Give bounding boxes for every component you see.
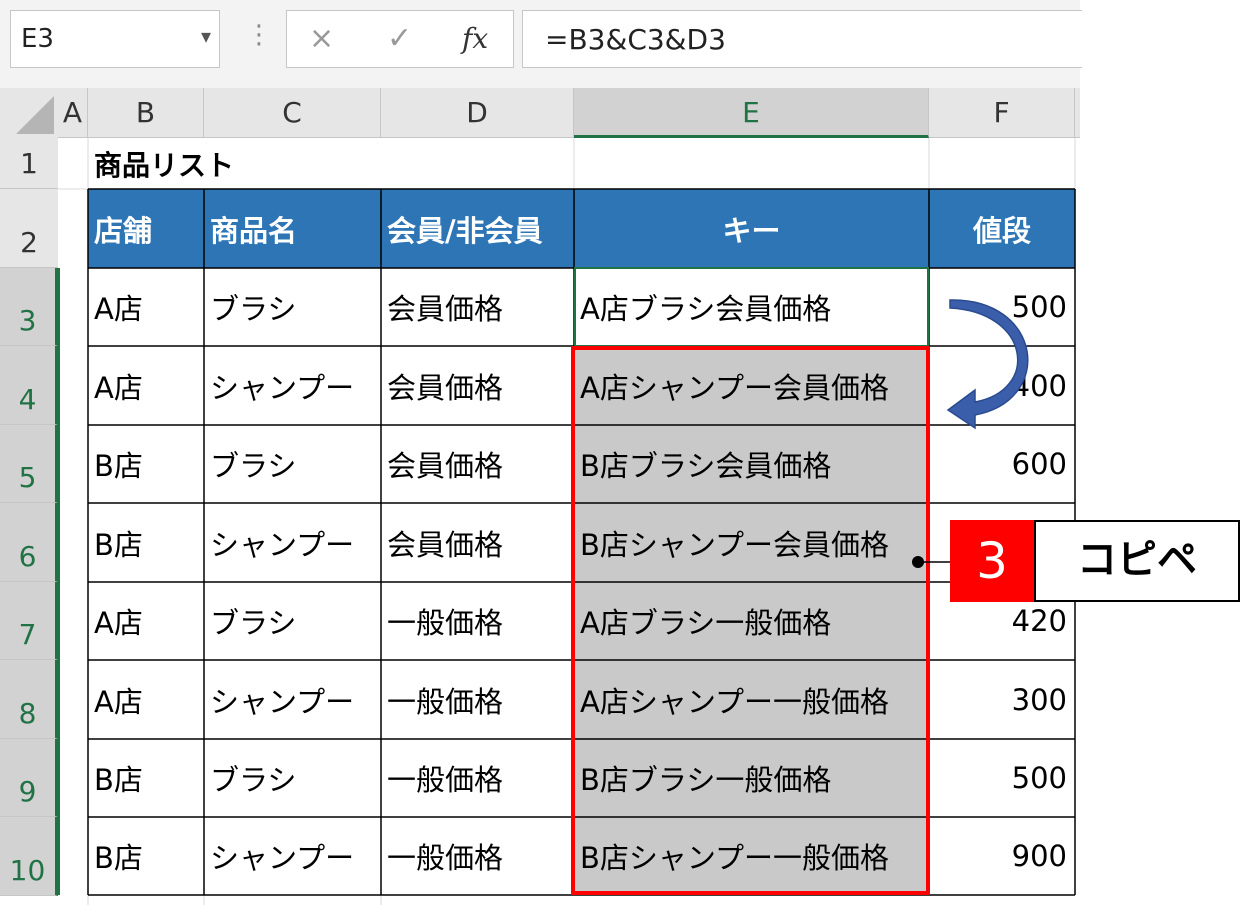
cell-f5[interactable]: 600 (929, 425, 1075, 503)
formula-actions: × ✓ fx (286, 10, 514, 68)
row-header-4[interactable]: 4 (0, 346, 58, 425)
row-header-9[interactable]: 9 (0, 739, 58, 817)
header-cell-membership[interactable]: 会員/非会員 (381, 189, 574, 268)
cell-d3[interactable]: 会員価格 (381, 268, 574, 346)
cell-c9[interactable]: ブラシ (204, 739, 381, 817)
column-header-e[interactable]: E (574, 88, 929, 138)
cell-d8[interactable]: 一般価格 (381, 660, 574, 739)
cell-e7[interactable]: A店ブラシ一般価格 (574, 582, 929, 660)
column-header-a[interactable]: A (58, 88, 88, 138)
row-header-5[interactable]: 5 (0, 425, 58, 503)
column-header-c[interactable]: C (204, 88, 381, 138)
cell-e8[interactable]: A店シャンプー一般価格 (574, 660, 929, 739)
cell-b3[interactable]: A店 (88, 268, 204, 346)
cell-c6[interactable]: シャンプー (204, 503, 381, 582)
row-header-8[interactable]: 8 (0, 660, 58, 739)
formula-text: =B3&C3&D3 (545, 23, 726, 56)
cell-b9[interactable]: B店 (88, 739, 204, 817)
cell-e5[interactable]: B店ブラシ会員価格 (574, 425, 929, 503)
row-header-3[interactable]: 3 (0, 268, 58, 346)
cell-f9[interactable]: 500 (929, 739, 1075, 817)
cell-d7[interactable]: 一般価格 (381, 582, 574, 660)
cell-d10[interactable]: 一般価格 (381, 817, 574, 895)
enter-icon[interactable]: ✓ (387, 21, 412, 56)
row-header-6[interactable]: 6 (0, 503, 58, 582)
header-cell-price[interactable]: 値段 (929, 189, 1075, 268)
select-all-corner[interactable] (0, 88, 58, 138)
column-header-b[interactable]: B (88, 88, 204, 138)
cell-b8[interactable]: A店 (88, 660, 204, 739)
row-header-2[interactable]: 2 (0, 189, 58, 268)
cell-c5[interactable]: ブラシ (204, 425, 381, 503)
header-cell-product[interactable]: 商品名 (204, 189, 381, 268)
row-header-10[interactable]: 10 (0, 817, 58, 896)
cancel-icon[interactable]: × (309, 21, 334, 56)
cell-f4[interactable]: 400 (929, 346, 1075, 425)
header-cell-key[interactable]: キー (574, 189, 929, 268)
cell-d6[interactable]: 会員価格 (381, 503, 574, 582)
row-header-1[interactable]: 1 (0, 138, 58, 189)
cell-b5[interactable]: B店 (88, 425, 204, 503)
cell-e3[interactable]: A店ブラシ会員価格 (574, 268, 929, 346)
cell-c8[interactable]: シャンプー (204, 660, 381, 739)
cell-e9[interactable]: B店ブラシ一般価格 (574, 739, 929, 817)
cell-b7[interactable]: A店 (88, 582, 204, 660)
name-box-value: E3 (21, 24, 54, 54)
step-label-badge: コピペ (1034, 520, 1240, 602)
row-header-7[interactable]: 7 (0, 582, 58, 660)
cell-e6[interactable]: B店シャンプー会員価格 (574, 503, 929, 582)
cell-b10[interactable]: B店 (88, 817, 204, 895)
cell-d5[interactable]: 会員価格 (381, 425, 574, 503)
cell-c4[interactable]: シャンプー (204, 346, 381, 425)
name-box[interactable]: E3 ▾ (10, 10, 220, 68)
chevron-down-icon[interactable]: ▾ (201, 24, 211, 48)
header-cell-store[interactable]: 店舗 (88, 189, 204, 268)
column-header-f[interactable]: F (929, 88, 1075, 138)
sheet-title[interactable]: 商品リスト (88, 138, 574, 189)
formula-input[interactable]: =B3&C3&D3 (522, 10, 1082, 68)
cell-d9[interactable]: 一般価格 (381, 739, 574, 817)
more-options-icon[interactable]: ⋮ (246, 22, 272, 48)
cell-f10[interactable]: 900 (929, 817, 1075, 895)
cell-f8[interactable]: 300 (929, 660, 1075, 739)
cell-b4[interactable]: A店 (88, 346, 204, 425)
cell-e4[interactable]: A店シャンプー会員価格 (574, 346, 929, 425)
cell-f3[interactable]: 500 (929, 268, 1075, 346)
insert-function-icon[interactable]: fx (462, 22, 488, 55)
cell-b6[interactable]: B店 (88, 503, 204, 582)
cell-e10[interactable]: B店シャンプー一般価格 (574, 817, 929, 895)
formula-bar: E3 ▾ ⋮ × ✓ fx =B3&C3&D3 (0, 0, 1082, 88)
step-number-badge: 3 (950, 520, 1034, 602)
cell-d4[interactable]: 会員価格 (381, 346, 574, 425)
cell-c10[interactable]: シャンプー (204, 817, 381, 895)
cell-c7[interactable]: ブラシ (204, 582, 381, 660)
cell-c3[interactable]: ブラシ (204, 268, 381, 346)
column-header-d[interactable]: D (381, 88, 574, 138)
